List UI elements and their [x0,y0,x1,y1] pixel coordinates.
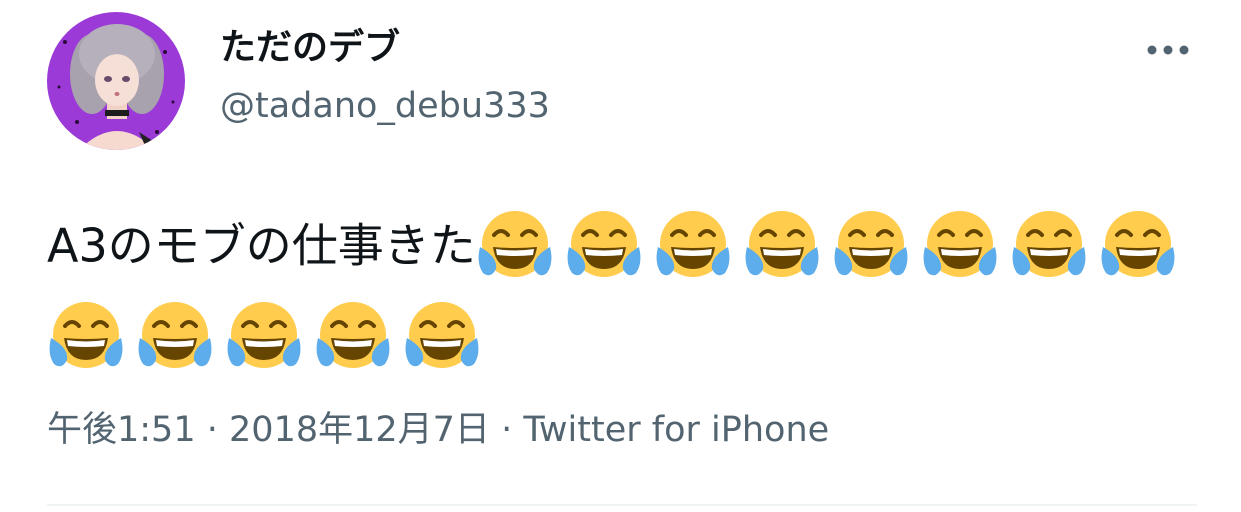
face-with-tears-of-joy-icon [832,207,910,285]
meta-separator: · [501,410,513,450]
face-with-tears-of-joy-icon [1099,207,1177,285]
avatar-image [47,12,185,150]
face-with-tears-of-joy-icon [314,298,392,376]
avatar[interactable] [47,12,185,150]
face-with-tears-of-joy-icon [225,298,303,376]
face-with-tears-of-joy-icon [476,207,554,285]
more-horizontal-icon [1147,45,1189,55]
divider [47,504,1197,506]
more-options-button[interactable] [1138,30,1198,70]
face-with-tears-of-joy-icon [403,298,481,376]
face-with-tears-of-joy-icon [743,207,821,285]
face-with-tears-of-joy-icon [565,207,643,285]
tweet-time: 午後1:51 [47,410,196,450]
face-with-tears-of-joy-icon [1010,207,1088,285]
face-with-tears-of-joy-icon [47,298,125,376]
tweet-body: A3のモブの仕事きた [47,198,1197,378]
tweet-text: A3のモブの仕事きた [47,218,476,273]
face-with-tears-of-joy-icon [654,207,732,285]
face-with-tears-of-joy-icon [136,298,214,376]
tweet-date: 2018年12月7日 [229,410,490,450]
tweet-metadata: 午後1:51 · 2018年12月7日 · Twitter for iPhone [47,404,829,456]
tweet-timestamp[interactable]: 午後1:51 · 2018年12月7日 [47,410,490,450]
tweet-source[interactable]: Twitter for iPhone [523,410,829,450]
meta-separator: · [206,410,218,450]
author-handle[interactable]: @tadano_debu333 [220,80,550,132]
author-display-name[interactable]: ただのデブ [220,22,400,74]
face-with-tears-of-joy-icon [921,207,999,285]
